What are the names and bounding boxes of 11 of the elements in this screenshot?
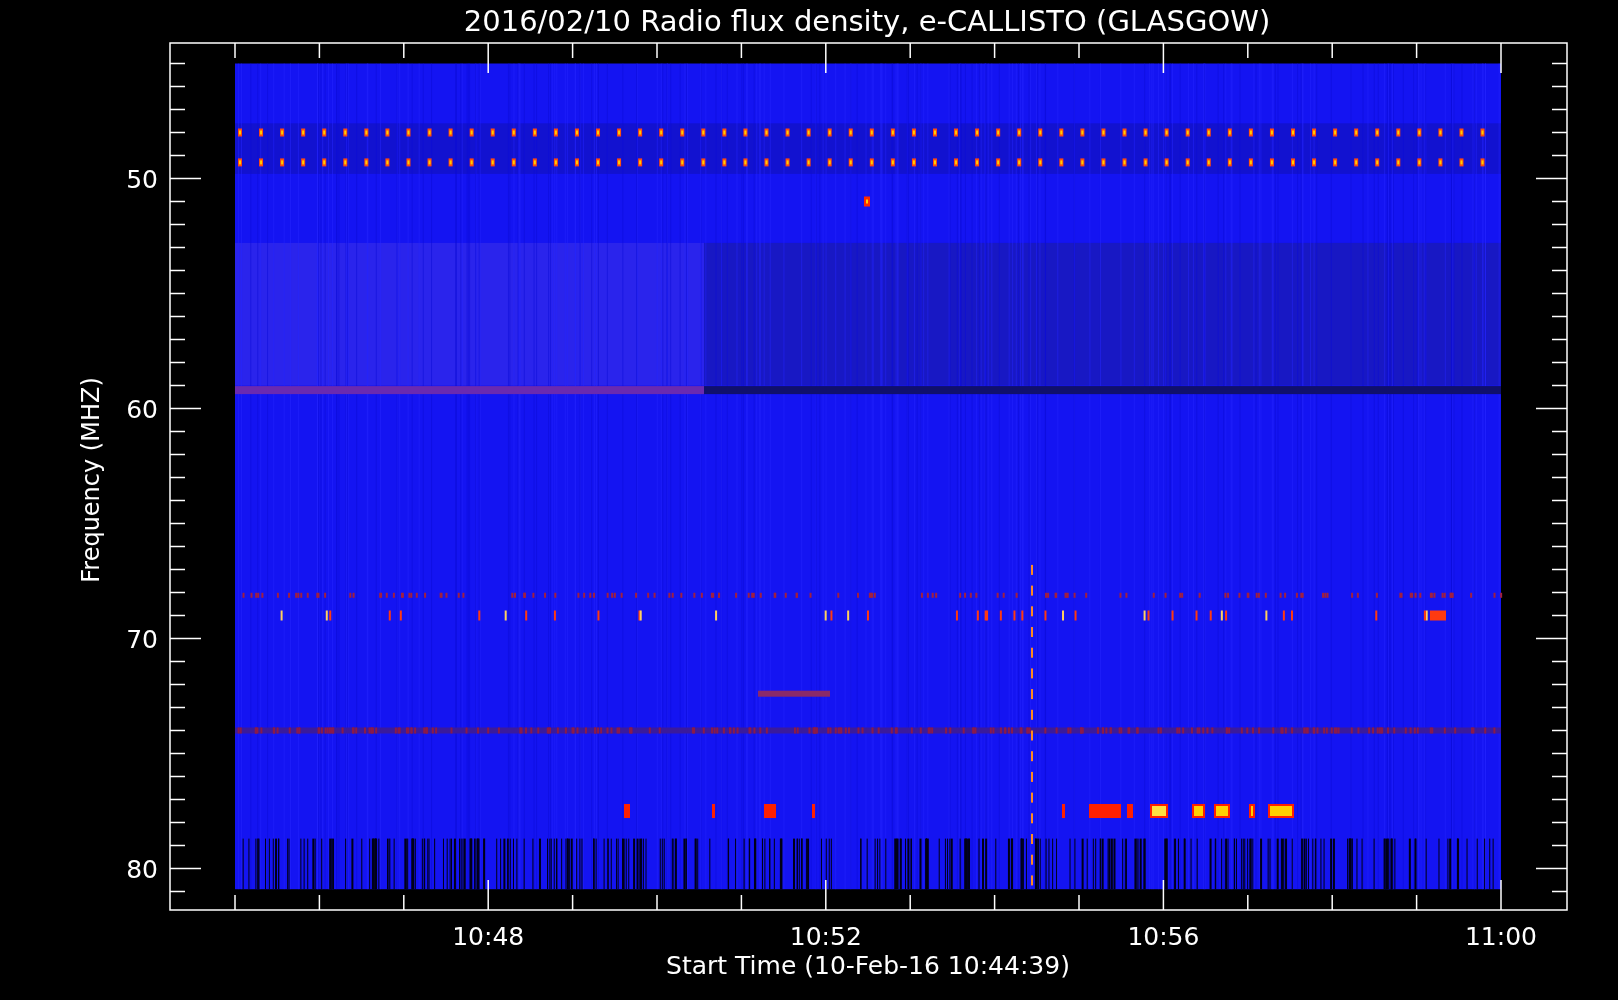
x-axis-label: Start Time (10-Feb-16 10:44:39) bbox=[666, 951, 1070, 980]
y-axis-label: Frequency (MHZ) bbox=[77, 377, 105, 583]
chart-title: 2016/02/10 Radio flux density, e-CALLISTO (GLASGOW) bbox=[463, 4, 1271, 38]
x-tick-label: 10:48 bbox=[452, 922, 525, 951]
y-tick-label: 70 bbox=[126, 624, 158, 654]
y-tick-label: 50 bbox=[126, 164, 158, 194]
x-tick-label: 11:00 bbox=[1465, 922, 1537, 951]
y-tick-label: 60 bbox=[126, 394, 158, 424]
x-tick-label: 10:56 bbox=[1127, 922, 1200, 951]
x-tick-label: 10:52 bbox=[789, 922, 862, 951]
y-tick-label: 80 bbox=[126, 854, 158, 884]
